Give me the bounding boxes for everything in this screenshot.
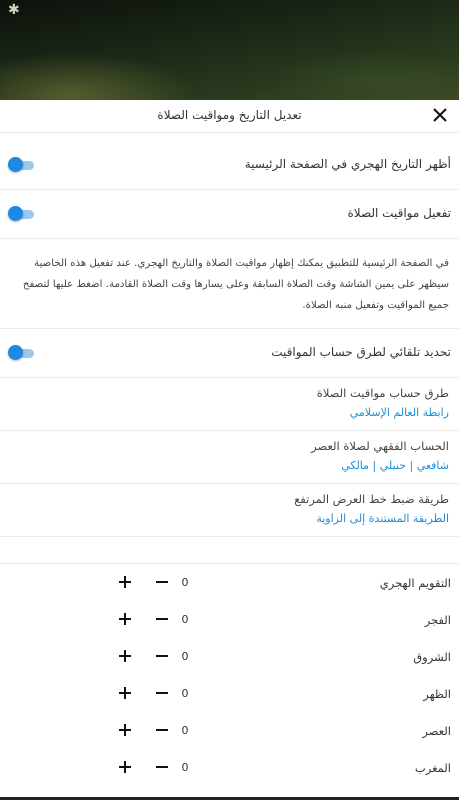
increment-button[interactable]	[119, 576, 131, 588]
adjust-row-hijri: 0 التقويم الهجري	[0, 564, 459, 601]
increment-button[interactable]	[119, 650, 131, 662]
auto-calc-label: تحديد تلقائي لطرق حساب المواقيت	[271, 345, 451, 359]
decrement-button[interactable]	[156, 687, 168, 699]
high-latitude-value[interactable]: الطريقة المستندة إلى الزاوية	[316, 512, 449, 525]
high-latitude-title: طريقة ضبط خط العرض المرتفع	[294, 492, 449, 506]
adjust-label: المغرب	[414, 761, 451, 775]
adjust-row-dhuhr: 0 الظهر	[0, 675, 459, 712]
toggle-row-hijri-date: أظهر التاريخ الهجري في الصفحة الرئيسية	[0, 141, 459, 190]
background-photo: ✱	[0, 0, 459, 100]
decrement-button[interactable]	[156, 761, 168, 773]
increment-button[interactable]	[119, 761, 131, 773]
asr-juristic-title: الحساب الفقهي لصلاة العصر	[311, 439, 449, 453]
adjust-value: 0	[181, 687, 189, 700]
sheet-header: تعديل التاريخ ومواقيت الصلاة	[0, 100, 459, 133]
toggle-row-auto-calc: تحديد تلقائي لطرق حساب المواقيت	[0, 329, 459, 378]
switch-thumb	[8, 157, 23, 172]
toggle-row-prayer-times: تفعيل مواقيت الصلاة	[0, 190, 459, 239]
calc-method-value[interactable]: رابطة العالم الإسلامي	[350, 406, 449, 419]
adjust-label: الظهر	[423, 687, 451, 701]
decrement-button[interactable]	[156, 650, 168, 662]
increment-button[interactable]	[119, 687, 131, 699]
adjust-label: التقويم الهجري	[379, 576, 451, 590]
calc-method-title: طرق حساب مواقيت الصلاة	[316, 386, 449, 400]
increment-button[interactable]	[119, 724, 131, 736]
prayer-times-switch[interactable]	[8, 206, 36, 222]
settings-sheet: تعديل التاريخ ومواقيت الصلاة أظهر التاري…	[0, 100, 459, 800]
adjust-value: 0	[181, 576, 189, 589]
hijri-date-label: أظهر التاريخ الهجري في الصفحة الرئيسية	[244, 157, 451, 171]
adjust-value: 0	[181, 761, 189, 774]
adjust-label: الفجر	[424, 613, 451, 627]
prayer-times-label: تفعيل مواقيت الصلاة	[347, 206, 451, 220]
asr-juristic-value[interactable]: شافعي | حنبلي | مالكي	[341, 459, 449, 472]
asr-juristic-setting[interactable]: الحساب الفقهي لصلاة العصر شافعي | حنبلي …	[0, 431, 459, 484]
adjust-row-asr: 0 العصر	[0, 712, 459, 749]
adjust-value: 0	[181, 650, 189, 663]
close-icon[interactable]	[431, 106, 449, 124]
adjust-row-fajr: 0 الفجر	[0, 601, 459, 638]
calc-method-setting[interactable]: طرق حساب مواقيت الصلاة رابطة العالم الإس…	[0, 378, 459, 431]
adjust-value: 0	[181, 613, 189, 626]
decrement-button[interactable]	[156, 613, 168, 625]
switch-thumb	[8, 345, 23, 360]
adjust-value: 0	[181, 724, 189, 737]
high-latitude-setting[interactable]: طريقة ضبط خط العرض المرتفع الطريقة المست…	[0, 484, 459, 537]
decrement-button[interactable]	[156, 576, 168, 588]
prayer-description: في الصفحة الرئيسية للتطبيق يمكنك إظهار م…	[0, 239, 459, 329]
switch-thumb	[8, 206, 23, 221]
page-title: تعديل التاريخ ومواقيت الصلاة	[157, 108, 302, 122]
adjust-label: العصر	[422, 724, 451, 738]
increment-button[interactable]	[119, 613, 131, 625]
status-icon: ✱	[8, 2, 20, 18]
adjust-row-sunrise: 0 الشروق	[0, 638, 459, 675]
auto-calc-switch[interactable]	[8, 345, 36, 361]
decrement-button[interactable]	[156, 724, 168, 736]
adjust-label: الشروق	[413, 650, 451, 664]
section-divider	[0, 537, 459, 564]
hijri-date-switch[interactable]	[8, 157, 36, 173]
adjust-row-maghrib: 0 المغرب	[0, 749, 459, 786]
